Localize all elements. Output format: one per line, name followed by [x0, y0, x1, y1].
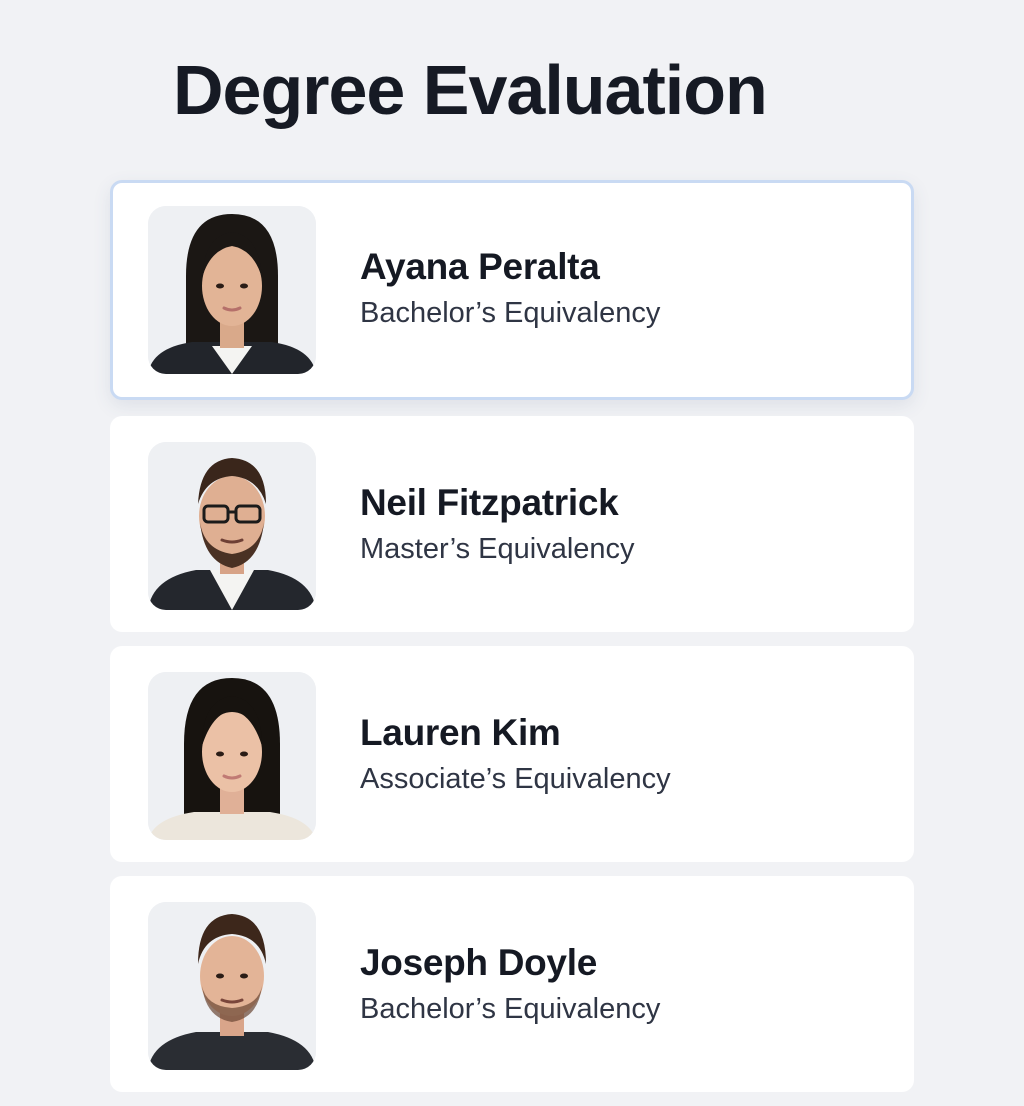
woman-portrait-icon — [148, 206, 316, 374]
candidate-name: Neil Fitzpatrick — [360, 482, 619, 523]
avatar — [148, 206, 316, 374]
degree-equivalency: Master’s Equivalency — [360, 532, 635, 565]
degree-equivalency: Bachelor’s Equivalency — [360, 296, 661, 329]
evaluation-card-neil-fitzpatrick[interactable]: Neil Fitzpatrick Master’s Equivalency — [110, 416, 914, 632]
evaluation-card-ayana-peralta[interactable]: Ayana Peralta Bachelor’s Equivalency — [110, 180, 914, 400]
candidate-name: Lauren Kim — [360, 712, 561, 753]
evaluation-card-lauren-kim[interactable]: Lauren Kim Associate’s Equivalency — [110, 646, 914, 862]
candidate-name: Ayana Peralta — [360, 246, 600, 287]
page-title: Degree Evaluation — [173, 51, 768, 129]
avatar — [148, 902, 316, 1070]
avatar — [148, 672, 316, 840]
woman-portrait-icon — [148, 672, 316, 840]
candidate-name: Joseph Doyle — [360, 942, 597, 983]
evaluation-list: Ayana Peralta Bachelor’s Equivalency Nei… — [110, 180, 914, 1106]
degree-equivalency: Bachelor’s Equivalency — [360, 992, 661, 1025]
avatar — [148, 442, 316, 610]
degree-equivalency: Associate’s Equivalency — [360, 762, 671, 795]
man-portrait-icon — [148, 902, 316, 1070]
man-portrait-icon — [148, 442, 316, 610]
evaluation-card-joseph-doyle[interactable]: Joseph Doyle Bachelor’s Equivalency — [110, 876, 914, 1092]
